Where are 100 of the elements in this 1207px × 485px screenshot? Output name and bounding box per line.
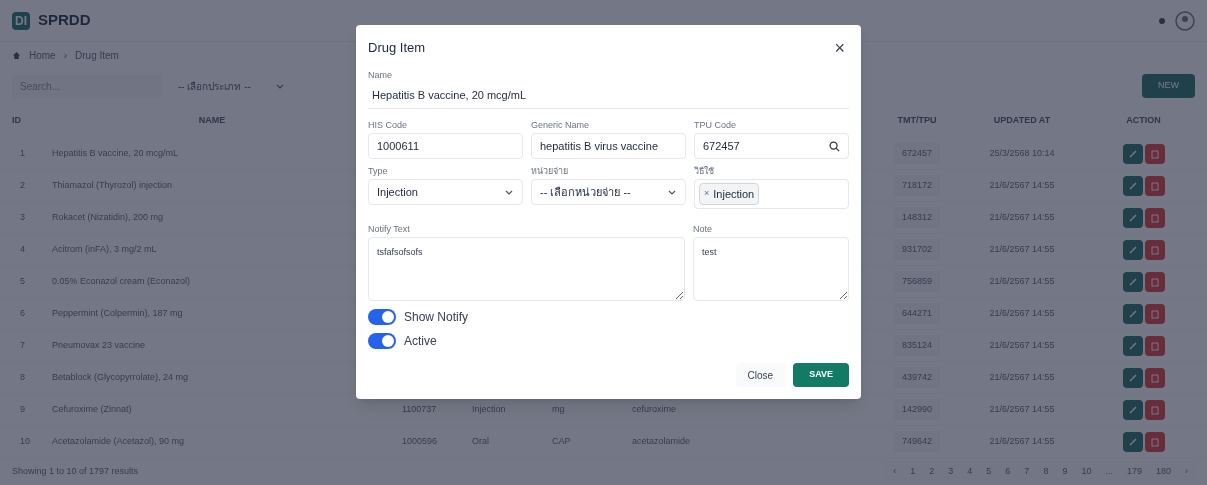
- type-filter-dropdown[interactable]: -- เลือกประเภท --: [178, 78, 285, 94]
- delete-button[interactable]: [1144, 335, 1165, 356]
- table-cell-text: 1000596: [402, 434, 439, 448]
- pencil-icon: [1127, 276, 1138, 287]
- logo: DI: [12, 11, 30, 30]
- delete-button[interactable]: [1144, 207, 1165, 228]
- edit-button[interactable]: [1122, 431, 1143, 452]
- trash-icon: [1150, 276, 1159, 287]
- notify-text-area[interactable]: tsfafsofsofs: [368, 237, 685, 301]
- tmt-code-tag: 931702: [893, 238, 940, 261]
- pencil-icon: [1127, 244, 1138, 255]
- edit-button[interactable]: [1122, 399, 1143, 420]
- tag-remove-button[interactable]: ×: [704, 187, 710, 201]
- trash-icon: [1150, 148, 1159, 159]
- trash-icon: [1150, 372, 1159, 383]
- his-code-input[interactable]: 1000611: [368, 133, 523, 159]
- table-cell-text: 1: [19, 146, 26, 160]
- edit-button[interactable]: [1122, 239, 1143, 260]
- delete-button[interactable]: [1144, 143, 1165, 164]
- toggle-label: Show Notify: [404, 309, 469, 326]
- pencil-icon: [1127, 404, 1138, 415]
- breadcrumb-link[interactable]: Home: [29, 47, 56, 63]
- breadcrumb-separator: ›: [63, 48, 68, 63]
- table-cell-text: 25/3/2568 10:14: [988, 146, 1056, 160]
- home-icon: [12, 50, 21, 60]
- table-cell-text: 21/6/2567 14:55: [988, 338, 1056, 352]
- field-label: หน่วยจ่าย: [531, 165, 569, 178]
- table-cell-text: 1100737: [402, 402, 438, 416]
- edit-button[interactable]: [1122, 143, 1143, 164]
- search-icon: [829, 140, 840, 152]
- delete-button[interactable]: [1144, 271, 1165, 292]
- close-button[interactable]: ×: [830, 39, 849, 57]
- pagination-item[interactable]: ›: [1178, 460, 1195, 483]
- edit-button[interactable]: [1122, 335, 1143, 356]
- tmt-code-tag: 718172: [893, 174, 940, 197]
- trash-icon: [1150, 212, 1159, 223]
- field-label: Note: [693, 223, 713, 236]
- table-cell-text: CAP: [552, 434, 572, 448]
- type-select[interactable]: Injection: [368, 179, 523, 205]
- table-cell-text: 5: [19, 274, 26, 288]
- table-cell-text: 4: [19, 242, 26, 256]
- edit-button[interactable]: [1122, 207, 1143, 228]
- field-label: Type: [368, 165, 389, 178]
- delete-button[interactable]: [1144, 175, 1165, 196]
- table-cell-text: 21/6/2567 14:55: [988, 274, 1056, 288]
- field-label: TPU Code: [694, 119, 738, 132]
- delete-button[interactable]: [1144, 239, 1165, 260]
- toggle-switch[interactable]: [368, 309, 396, 325]
- table-cell-text: 21/6/2567 14:55: [988, 370, 1056, 384]
- tmt-code-tag: 148312: [893, 206, 940, 229]
- pagination-item[interactable]: 2: [922, 460, 942, 483]
- unit-select[interactable]: -- เลือกหน่วยจ่าย --: [531, 179, 686, 205]
- tag-label: Injection: [713, 186, 755, 202]
- edit-button[interactable]: [1122, 271, 1143, 292]
- pagination-item[interactable]: 5: [979, 460, 999, 483]
- edit-button[interactable]: [1122, 175, 1143, 196]
- name-input[interactable]: Hepatitis B vaccine, 20 mcg/mL: [368, 83, 849, 109]
- note-text-area[interactable]: test: [693, 237, 849, 301]
- save-button[interactable]: SAVE: [793, 363, 849, 387]
- toggle-switch[interactable]: [368, 333, 396, 349]
- pencil-icon: [1127, 436, 1138, 447]
- delete-button[interactable]: [1144, 399, 1165, 420]
- pencil-icon: [1127, 212, 1138, 223]
- pencil-icon: [1127, 148, 1138, 159]
- column-header: TMT/TPU: [896, 114, 938, 128]
- table-cell-text: mg: [552, 402, 566, 416]
- edit-button[interactable]: [1122, 303, 1143, 324]
- table-cell-text: 21/6/2567 14:55: [988, 178, 1056, 192]
- table-cell-text: 21/6/2567 14:55: [988, 242, 1056, 256]
- trash-icon: [1150, 308, 1159, 319]
- usage-multiselect[interactable]: × Injection: [694, 179, 849, 209]
- pagination-item[interactable]: ‹: [886, 460, 904, 483]
- table-cell-text: 21/6/2567 14:55: [988, 434, 1056, 448]
- tmt-code-tag: 835124: [893, 334, 940, 357]
- delete-button[interactable]: [1144, 431, 1165, 452]
- generic-name-input[interactable]: hepatitis B virus vaccine: [531, 133, 686, 159]
- app-title: SPRDD: [38, 10, 91, 31]
- pagination-item[interactable]: 180: [1148, 460, 1178, 483]
- table-cell-text: 10: [19, 434, 31, 448]
- pagination-item[interactable]: 4: [960, 460, 980, 483]
- breadcrumb-current: Drug Item: [75, 48, 119, 63]
- dialog-title: Drug Item: [368, 39, 426, 58]
- field-label: Notify Text: [368, 223, 411, 236]
- close-text-button[interactable]: Close: [735, 363, 786, 387]
- pencil-icon: [1127, 372, 1138, 383]
- new-button[interactable]: NEW: [1142, 74, 1195, 98]
- tpu-code-input[interactable]: 672457: [694, 133, 849, 159]
- table-cell-text: acetazolamide: [632, 434, 692, 448]
- field-label: HIS Code: [368, 119, 409, 132]
- column-header: ID: [12, 114, 22, 128]
- user-avatar-icon: [1175, 10, 1195, 31]
- delete-button[interactable]: [1144, 367, 1165, 388]
- column-header: ACTION: [1125, 114, 1162, 128]
- edit-button[interactable]: [1122, 367, 1143, 388]
- pagination-item[interactable]: ...: [1098, 460, 1120, 483]
- trash-icon: [1150, 404, 1159, 415]
- pencil-icon: [1127, 180, 1138, 191]
- delete-button[interactable]: [1144, 303, 1165, 324]
- pencil-icon: [1127, 340, 1138, 351]
- pagination-item[interactable]: 179: [1119, 460, 1149, 483]
